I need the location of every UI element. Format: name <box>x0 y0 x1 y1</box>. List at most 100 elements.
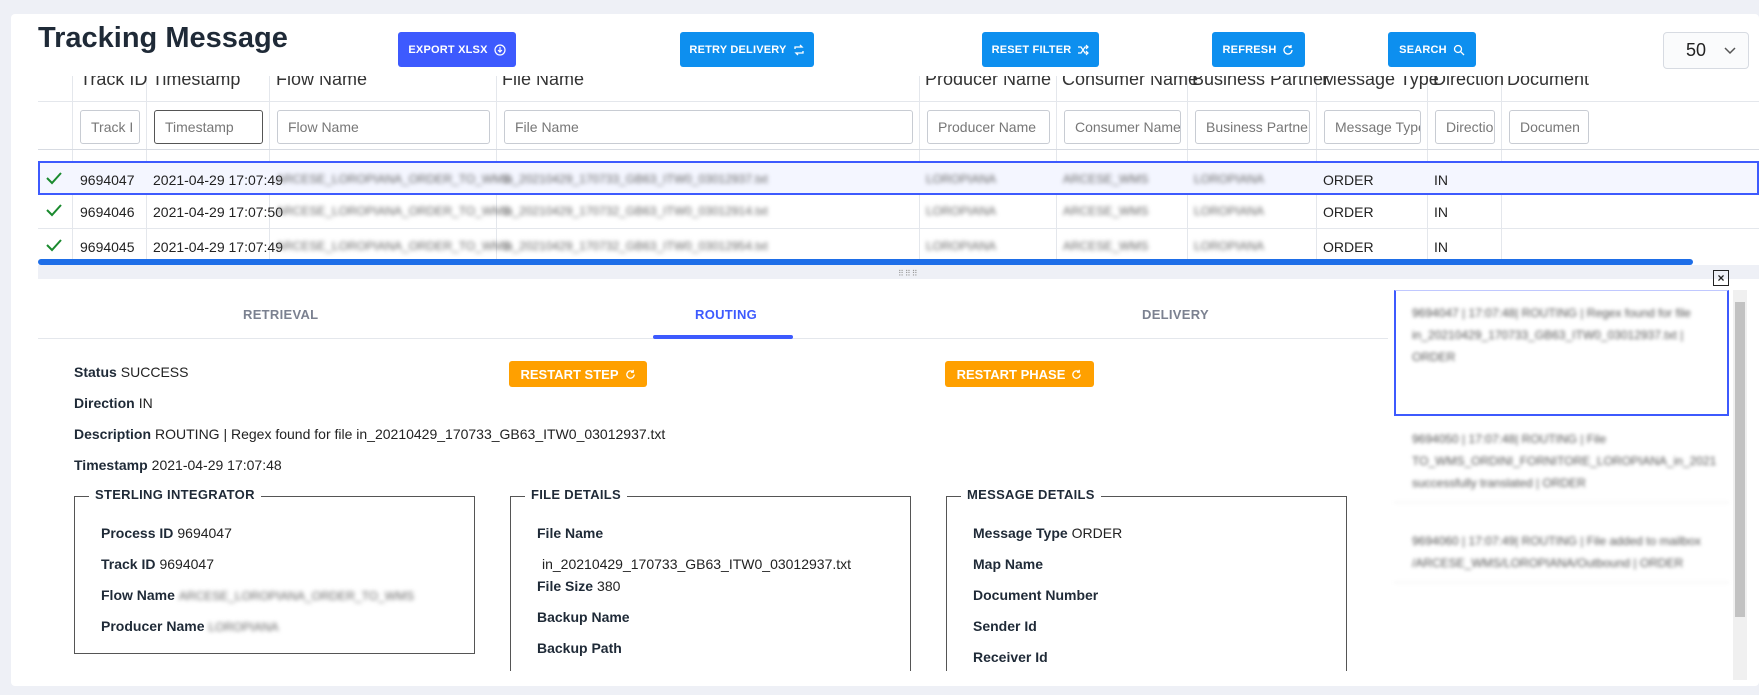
search-icon <box>1453 44 1465 55</box>
col-file-name[interactable]: File Name <box>502 76 584 90</box>
tab-retrieval[interactable]: RETRIEVAL <box>243 307 318 322</box>
col-flow-name[interactable]: Flow Name <box>276 76 367 90</box>
filter-document[interactable]: Documen <box>1509 110 1589 144</box>
check-icon <box>46 239 62 252</box>
col-business-partner[interactable]: Business Partner <box>1192 76 1329 90</box>
sterling-integrator-panel: STERLING INTEGRATOR Process ID 9694047 Tr… <box>74 487 475 654</box>
col-timestamp[interactable]: Timestamp <box>152 76 240 90</box>
cell-producer: LOROPIANA <box>926 239 997 253</box>
grid-filter-row: Track I Timestamp Flow Name File Name Pr… <box>38 102 1759 150</box>
search-button[interactable]: SEARCH <box>1388 32 1476 67</box>
filter-message-type[interactable]: Message Type <box>1324 110 1421 144</box>
status-field: Status SUCCESS <box>74 364 189 380</box>
cell-file-name: in_20210429_170733_GB63_ITW0_03012937.tx… <box>503 172 768 186</box>
col-direction[interactable]: Direction <box>1433 76 1504 90</box>
cell-track-id: 9694047 <box>80 172 135 188</box>
grip-icon: ⠿⠿⠿ <box>898 269 919 278</box>
filter-consumer-name[interactable]: Consumer Name <box>1064 110 1181 144</box>
process-id-field: Process ID 9694047 <box>101 525 232 541</box>
cell-timestamp: 2021-04-29 17:07:50 <box>153 204 283 220</box>
filter-business-partner[interactable]: Business Partner <box>1195 110 1310 144</box>
receiver-id-field: Receiver Id <box>973 649 1048 665</box>
tab-delivery[interactable]: DELIVERY <box>1142 307 1209 322</box>
chevron-down-icon <box>1724 46 1736 54</box>
export-label: EXPORT XLSX <box>408 43 488 56</box>
col-message-type[interactable]: Message Type <box>1322 76 1439 90</box>
retry-delivery-button[interactable]: RETRY DELIVERY <box>680 32 814 67</box>
refresh-label: REFRESH <box>1222 43 1277 56</box>
sender-id-field: Sender Id <box>973 618 1037 634</box>
backup-name-field: Backup Name <box>537 609 630 625</box>
page-title: Tracking Message <box>38 22 288 54</box>
col-producer-name[interactable]: Producer Name <box>925 76 1051 90</box>
refresh-button[interactable]: REFRESH <box>1212 32 1305 67</box>
message-details-panel: MESSAGE DETAILS Message Type ORDER Map Na… <box>946 487 1347 671</box>
restart-phase-button[interactable]: RESTART PHASE <box>945 361 1094 387</box>
panel-splitter[interactable]: ⠿⠿⠿ <box>38 265 1759 279</box>
page-size-select[interactable]: 50 <box>1663 32 1749 69</box>
filter-flow-name[interactable]: Flow Name <box>277 110 490 144</box>
producer-name-field: Producer Name LOROPIANA <box>101 618 279 634</box>
cell-direction: IN <box>1434 172 1448 188</box>
cell-type: ORDER <box>1323 172 1374 188</box>
cell-file-name: in_20210429_170732_GB63_ITW0_03012954.tx… <box>503 239 768 253</box>
refresh-icon <box>1283 44 1294 55</box>
search-label: SEARCH <box>1399 43 1447 56</box>
log-item[interactable]: 9694050 | 17:07:48| ROUTING | File TO_WM… <box>1394 420 1729 503</box>
col-track-id[interactable]: Track ID <box>80 76 147 90</box>
cell-partner: LOROPIANA <box>1194 204 1265 218</box>
cell-track-id: 9694046 <box>80 204 135 220</box>
check-icon <box>46 172 62 185</box>
repeat-icon <box>793 44 804 55</box>
table-row[interactable]: 9694047 2021-04-29 17:07:49 ARCESE_LOROP… <box>38 161 1759 195</box>
reset-filter-button[interactable]: RESET FILTER <box>982 32 1099 67</box>
filter-direction[interactable]: Directio <box>1435 110 1495 144</box>
close-icon[interactable]: × <box>1713 270 1729 286</box>
cell-timestamp: 2021-04-29 17:07:49 <box>153 172 283 188</box>
scrollbar-thumb[interactable] <box>1735 302 1745 617</box>
refresh-icon <box>1072 369 1082 379</box>
cell-flow-name: ARCESE_LOROPIANA_ORDER_TO_WMS <box>276 204 512 218</box>
retry-label: RETRY DELIVERY <box>689 43 787 56</box>
export-xlsx-button[interactable]: EXPORT XLSX <box>398 32 516 67</box>
log-scrollbar[interactable] <box>1733 290 1747 680</box>
log-item[interactable]: 9694047 | 17:07:48| ROUTING | Regex foun… <box>1394 294 1729 376</box>
cell-producer: LOROPIANA <box>926 204 997 218</box>
reset-label: RESET FILTER <box>991 43 1072 56</box>
cell-type: ORDER <box>1323 239 1374 255</box>
active-tab-indicator <box>653 335 793 339</box>
backup-path-field: Backup Path <box>537 640 622 656</box>
track-id-field: Track ID 9694047 <box>101 556 214 572</box>
check-icon <box>46 204 62 217</box>
message-type-field: Message Type ORDER <box>973 525 1123 541</box>
col-consumer-name[interactable]: Consumer Name <box>1062 76 1198 90</box>
cell-type: ORDER <box>1323 204 1374 220</box>
cell-partner: LOROPIANA <box>1194 239 1265 253</box>
log-panel: 9694047 | 17:07:48| ROUTING | Regex foun… <box>1394 290 1729 680</box>
cell-file-name: in_20210429_170732_GB63_ITW0_03012914.tx… <box>503 204 768 218</box>
page-size-value: 50 <box>1686 40 1707 60</box>
message-details-legend: MESSAGE DETAILS <box>961 487 1101 502</box>
shuffle-icon <box>1078 44 1090 55</box>
description-field: Description ROUTING | Regex found for fil… <box>74 426 666 442</box>
document-number-field: Document Number <box>973 587 1099 603</box>
table-row[interactable]: 9694046 2021-04-29 17:07:50 ARCESE_LOROP… <box>38 195 1759 229</box>
filter-track-id[interactable]: Track I <box>80 110 140 144</box>
tracking-grid: Track ID Timestamp Flow Name File Name P… <box>38 76 1759 276</box>
col-document[interactable]: Document <box>1507 76 1589 90</box>
cell-consumer: ARCESE_WMS <box>1063 239 1149 253</box>
restart-step-button[interactable]: RESTART STEP <box>509 361 647 387</box>
grid-header-row: Track ID Timestamp Flow Name File Name P… <box>38 76 1759 102</box>
log-item[interactable]: 9694060 | 17:07:49| ROUTING | File added… <box>1394 522 1729 583</box>
filter-timestamp[interactable]: Timestamp <box>154 110 263 144</box>
cell-timestamp: 2021-04-29 17:07:49 <box>153 239 283 255</box>
cell-flow-name: ARCESE_LOROPIANA_ORDER_TO_WMS <box>276 172 512 186</box>
file-name-field: File Name <box>537 525 604 541</box>
cell-partner: LOROPIANA <box>1194 172 1265 186</box>
cell-track-id: 9694045 <box>80 239 135 255</box>
tab-routing[interactable]: ROUTING <box>695 307 757 322</box>
refresh-icon <box>625 369 635 379</box>
filter-file-name[interactable]: File Name <box>504 110 913 144</box>
cell-direction: IN <box>1434 204 1448 220</box>
filter-producer-name[interactable]: Producer Name <box>927 110 1050 144</box>
